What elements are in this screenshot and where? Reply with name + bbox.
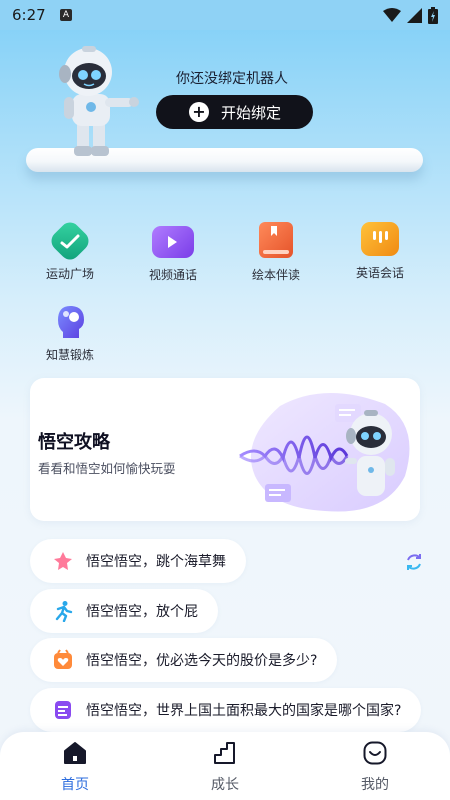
bottom-nav: 首页 成长 我的 [0, 732, 450, 800]
feature-english-chat[interactable]: 英语会话 [340, 222, 420, 281]
feature-sports[interactable]: 运动广场 [30, 218, 110, 282]
picture-book-icon [259, 222, 293, 258]
nav-label: 我的 [361, 777, 389, 793]
run-icon [55, 601, 73, 622]
feature-label: 视频通话 [148, 268, 197, 282]
notification-badge: A [60, 9, 72, 21]
dance-icon [54, 552, 72, 570]
wifi-icon [383, 8, 401, 22]
nav-home[interactable]: 首页 [35, 740, 115, 794]
note-icon [55, 701, 71, 719]
nav-growth[interactable]: 成长 [185, 740, 265, 794]
profile-icon [363, 741, 387, 765]
suggestion-chip[interactable]: 悟空悟空，放个屁 [30, 589, 218, 633]
suggestion-text: 悟空悟空，优必选今天的股价是多少? [86, 653, 318, 669]
brain-icon [50, 302, 90, 342]
battery-icon [428, 7, 438, 24]
stock-icon [54, 649, 72, 669]
guide-card[interactable]: 悟空攻略 看看和悟空如何愉快玩耍 [30, 378, 420, 521]
feature-video-call[interactable]: 视频通话 [133, 222, 213, 283]
bind-status-text: 你还没绑定机器人 [176, 71, 288, 87]
start-binding-button[interactable]: + 开始绑定 [156, 95, 313, 129]
sports-icon [47, 218, 93, 264]
suggestion-text: 悟空悟空，放个屁 [86, 604, 198, 620]
video-call-icon [152, 226, 194, 258]
status-bar: 6:27 A [0, 0, 450, 30]
status-time: 6:27 [12, 6, 46, 24]
feature-label: 绘本伴读 [251, 268, 300, 282]
suggestion-chip[interactable]: 悟空悟空，世界上国土面积最大的国家是哪个国家? [30, 688, 422, 732]
suggestion-chip[interactable]: 悟空悟空，跳个海草舞 [30, 539, 246, 583]
feature-label: 英语会话 [355, 266, 404, 280]
feature-picture-book[interactable]: 绘本伴读 [236, 222, 316, 283]
feature-label: 运动广场 [45, 267, 94, 281]
signal-icon [407, 8, 422, 23]
suggestion-text: 悟空悟空，跳个海草舞 [86, 554, 226, 570]
english-chat-icon [361, 222, 399, 256]
suggestion-text: 悟空悟空，世界上国土面积最大的国家是哪个国家? [86, 703, 402, 719]
home-icon [64, 742, 86, 764]
nav-label: 首页 [61, 777, 89, 793]
guide-illustration [239, 392, 410, 512]
feature-label: 知慧锻炼 [45, 348, 94, 362]
start-binding-label: 开始绑定 [221, 103, 282, 122]
robot-illustration [59, 46, 139, 156]
growth-icon [214, 742, 235, 764]
feature-brain-training[interactable]: 知慧锻炼 [30, 302, 110, 363]
nav-label: 成长 [211, 777, 239, 793]
guide-title: 悟空攻略 [38, 432, 110, 453]
plus-icon: + [189, 102, 209, 122]
suggestion-chip[interactable]: 悟空悟空，优必选今天的股价是多少? [30, 638, 338, 682]
status-icons [383, 7, 438, 24]
refresh-icon[interactable] [404, 552, 424, 572]
nav-profile[interactable]: 我的 [335, 740, 415, 794]
guide-subtitle: 看看和悟空如何愉快玩耍 [38, 461, 176, 476]
